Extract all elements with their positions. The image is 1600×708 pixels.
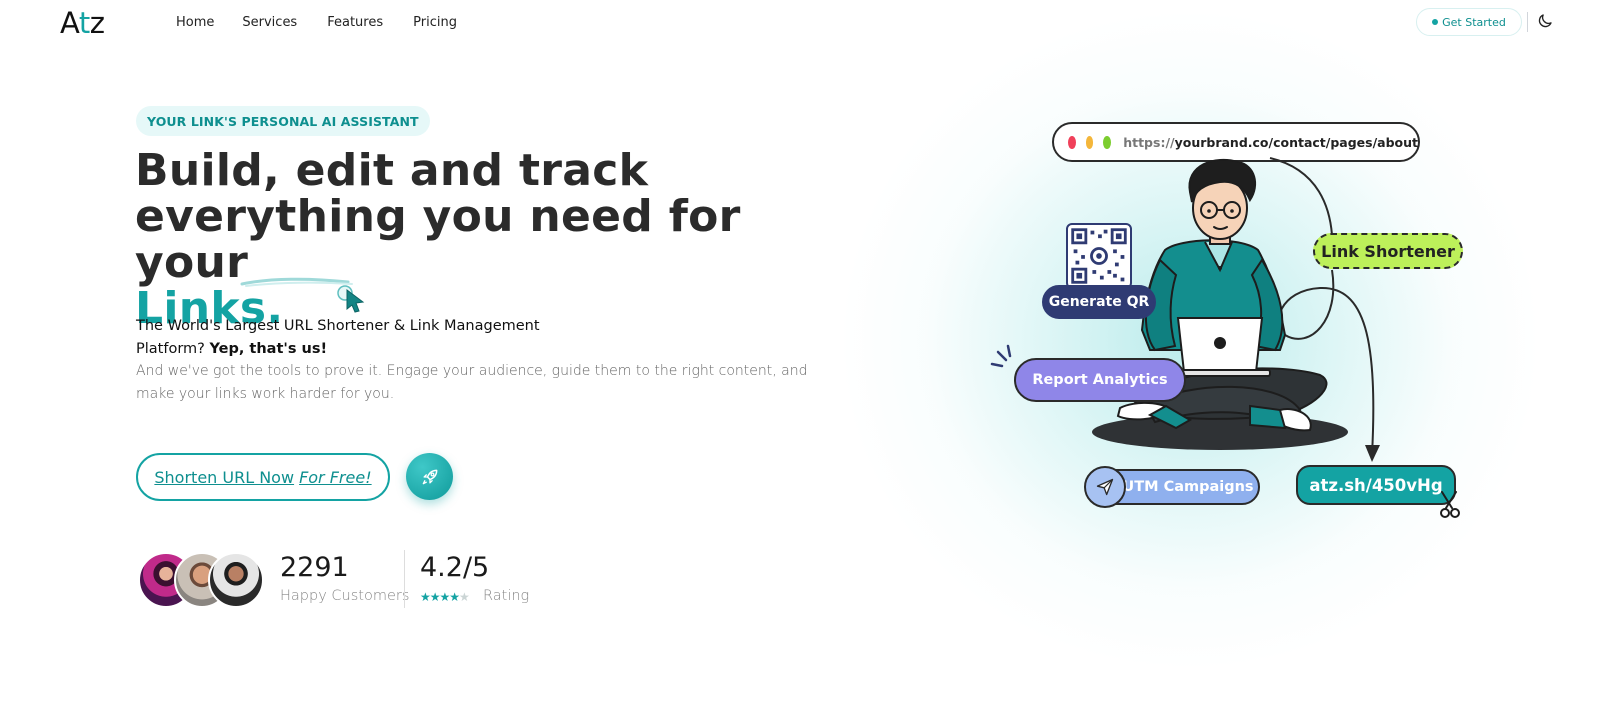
top-nav: Atz Home Services Features Pricing Get S…: [0, 0, 1600, 46]
hero-badge: YOUR LINK'S PERSONAL AI ASSISTANT: [136, 106, 430, 136]
cta-italic-label: For Free!: [299, 467, 372, 487]
avatar: [208, 552, 264, 608]
cta-main-label: Shorten URL Now: [154, 467, 295, 487]
customer-avatars: [138, 552, 264, 610]
scissors-icon: [1440, 491, 1460, 518]
generate-qr-label: Generate QR: [1042, 285, 1156, 319]
nav-divider: [1527, 12, 1528, 32]
rating-label: Rating: [483, 588, 530, 604]
get-started-label: Get Started: [1442, 15, 1506, 29]
hero-subheading: The World's Largest URL Shortener & Link…: [136, 315, 556, 360]
moon-icon[interactable]: [1536, 12, 1554, 30]
rating-value: 4.2/5: [420, 552, 490, 583]
paper-plane-icon: [1084, 466, 1126, 508]
qr-code-icon: [1066, 223, 1132, 289]
rating-stars-icon: ★★★★★: [420, 590, 470, 604]
nav-links: Home Services Features Pricing: [176, 15, 487, 30]
subheading-bold: Yep, that's us!: [209, 340, 328, 357]
hero-description: And we've got the tools to prove it. Eng…: [136, 363, 808, 402]
logo-letter-t: t: [78, 6, 90, 40]
shorten-url-button[interactable]: Shorten URL Now For Free!: [136, 453, 390, 501]
customers-count: 2291: [280, 552, 349, 583]
logo-letter-a: A: [60, 6, 79, 40]
link-shortener-label: Link Shortener: [1313, 233, 1463, 269]
customers-label: Happy Customers: [280, 588, 410, 604]
subheading-text: The World's Largest URL Shortener & Link…: [136, 318, 540, 357]
headline-line-2: everything you need for your: [135, 191, 741, 288]
stats-divider: [404, 550, 405, 608]
underline-squiggle-icon: [240, 277, 365, 313]
get-started-button[interactable]: Get Started: [1416, 8, 1522, 36]
nav-link-home[interactable]: Home: [176, 15, 214, 30]
nav-link-services[interactable]: Services: [242, 15, 297, 30]
short-url-label: atz.sh/450vHg: [1296, 465, 1456, 505]
nav-link-features[interactable]: Features: [327, 15, 383, 30]
headline-line-1: Build, edit and track: [135, 145, 649, 196]
logo[interactable]: Atz: [60, 6, 105, 40]
rocket-button[interactable]: [406, 453, 453, 500]
logo-letter-z: z: [89, 6, 105, 40]
nav-link-pricing[interactable]: Pricing: [413, 15, 457, 30]
report-analytics-label: Report Analytics: [1014, 358, 1186, 402]
status-dot-icon: [1432, 19, 1439, 25]
rocket-icon: [422, 469, 437, 484]
